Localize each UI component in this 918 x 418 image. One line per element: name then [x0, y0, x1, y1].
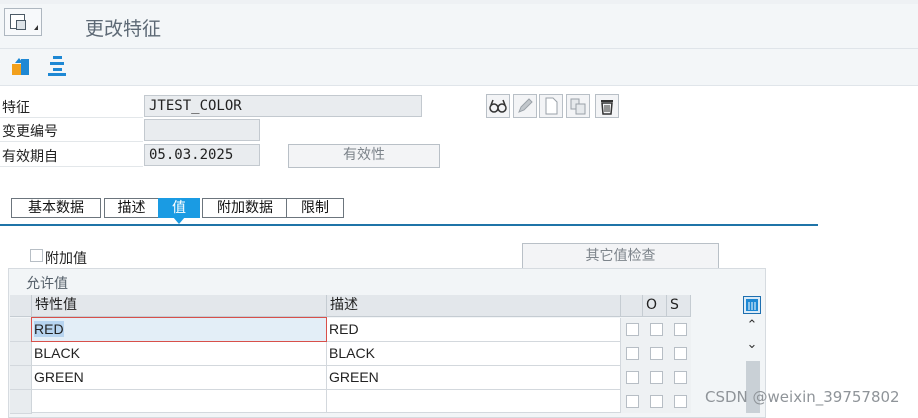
column-header-flag[interactable] [621, 295, 643, 317]
s-checkbox[interactable] [674, 323, 687, 336]
pencil-icon [518, 98, 533, 113]
description-cell[interactable]: RED [327, 318, 621, 342]
column-header-description[interactable]: 描述 [327, 295, 621, 317]
o-checkbox[interactable] [650, 323, 663, 336]
tab-restrictions[interactable]: 限制 [286, 198, 344, 218]
system-menu-button[interactable] [4, 8, 42, 36]
copy-button[interactable] [566, 94, 590, 118]
valid-from-field[interactable]: 05.03.2025 [144, 144, 260, 166]
s-checkbox[interactable] [674, 347, 687, 360]
description-cell[interactable]: GREEN [327, 366, 621, 390]
edit-button[interactable] [513, 94, 537, 118]
validity-button[interactable]: 有效性 [288, 144, 440, 168]
row-selector[interactable] [10, 342, 32, 366]
value-cell[interactable]: GREEN [32, 366, 327, 390]
table-settings-icon [746, 299, 758, 311]
watermark: CSDN @weixin_39757802 [705, 388, 900, 406]
row-selector[interactable] [10, 366, 32, 390]
value-cell[interactable]: BLACK [32, 342, 327, 366]
dropdown-arrow-icon [34, 25, 38, 30]
flag-checkbox[interactable] [626, 347, 639, 360]
scroll-up-icon[interactable]: ⌃ [745, 319, 759, 333]
description-cell[interactable] [327, 390, 621, 413]
change-number-field[interactable] [144, 119, 260, 141]
additional-values-checkbox[interactable] [30, 249, 43, 262]
column-settings-button[interactable] [743, 296, 761, 314]
row-selector[interactable] [10, 318, 32, 342]
document-icon [545, 97, 558, 115]
other-value-check-button[interactable]: 其它值检查 [522, 243, 719, 269]
delete-button[interactable] [595, 94, 619, 118]
copy-icon [570, 98, 586, 115]
page-title: 更改特征 [85, 18, 162, 40]
scroll-down-icon[interactable]: ⌄ [745, 338, 759, 352]
allowed-values-title: 允许值 [26, 276, 68, 292]
column-header-value[interactable]: 特性值 [32, 295, 327, 317]
tab-values[interactable]: 值 [158, 198, 200, 218]
selected-value-text: RED [34, 321, 64, 337]
value-cell[interactable]: RED [32, 318, 327, 342]
characteristic-field[interactable]: JTEST_COLOR [144, 95, 422, 117]
display-button[interactable] [486, 94, 510, 118]
tab-description[interactable]: 描述 [104, 198, 159, 218]
flag-checkbox[interactable] [626, 323, 639, 336]
characteristic-label: 特征 [2, 100, 30, 116]
application-toolbar [0, 49, 918, 86]
display-change-icon[interactable] [9, 54, 33, 78]
create-button[interactable] [539, 94, 563, 118]
tab-additional-data[interactable]: 附加数据 [202, 198, 288, 218]
column-header-o[interactable]: O [643, 295, 667, 317]
glasses-icon [489, 99, 507, 113]
row-selector-header[interactable] [10, 295, 32, 317]
flag-checkbox[interactable] [626, 395, 639, 408]
value-cell[interactable] [32, 390, 327, 413]
valid-from-label: 有效期自 [2, 149, 58, 165]
column-header-s[interactable]: S [667, 295, 691, 317]
o-checkbox[interactable] [650, 395, 663, 408]
description-cell[interactable]: BLACK [327, 342, 621, 366]
tab-basic-data[interactable]: 基本数据 [11, 198, 101, 218]
s-checkbox[interactable] [674, 371, 687, 384]
s-checkbox[interactable] [674, 395, 687, 408]
o-checkbox[interactable] [650, 371, 663, 384]
active-tab-pointer [173, 217, 185, 224]
flag-checkbox[interactable] [626, 371, 639, 384]
additional-values-label: 附加值 [45, 251, 87, 267]
row-selector[interactable] [10, 390, 32, 414]
hierarchy-icon[interactable] [45, 54, 69, 78]
change-number-label: 变更编号 [2, 124, 58, 140]
tab-strip-underline [0, 224, 818, 226]
menu-icon [10, 14, 26, 30]
o-checkbox[interactable] [650, 347, 663, 360]
trash-icon [601, 100, 613, 115]
